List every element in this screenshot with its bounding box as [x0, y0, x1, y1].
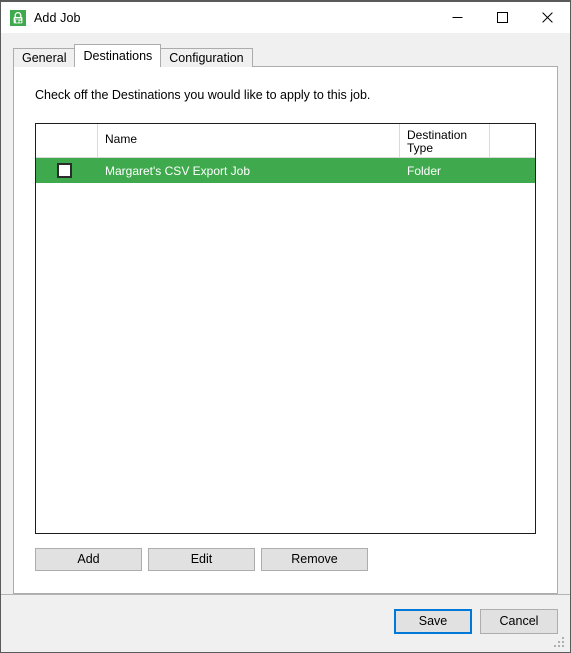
row-checkbox[interactable]: [56, 163, 72, 178]
column-header-destination-type[interactable]: Destination Type: [400, 124, 490, 157]
tab-destinations[interactable]: Destinations: [74, 44, 162, 67]
title-bar: Add Job: [1, 2, 570, 33]
resize-grip[interactable]: [554, 637, 566, 649]
dialog-footer: Save Cancel: [1, 594, 570, 652]
tab-configuration[interactable]: Configuration: [160, 48, 253, 67]
row-checkbox-cell[interactable]: [36, 163, 98, 178]
add-button[interactable]: Add: [35, 548, 142, 571]
tab-strip: General Destinations Configuration: [13, 44, 570, 67]
column-header-name[interactable]: Name: [98, 124, 400, 157]
save-button[interactable]: Save: [394, 609, 472, 634]
destinations-grid[interactable]: Name Destination Type Margaret's CSV Exp…: [35, 123, 536, 534]
grid-header-row: Name Destination Type: [36, 124, 535, 158]
table-row[interactable]: Margaret's CSV Export Job Folder: [36, 158, 535, 183]
row-destination-type: Folder: [407, 163, 442, 178]
app-lock-icon: [10, 9, 26, 26]
cancel-button[interactable]: Cancel: [480, 609, 558, 634]
close-icon: [542, 12, 553, 23]
close-button[interactable]: [525, 2, 570, 33]
grid-action-buttons: Add Edit Remove: [35, 548, 374, 571]
window-title: Add Job: [34, 10, 81, 25]
instruction-text: Check off the Destinations you would lik…: [35, 88, 371, 102]
column-header-blank[interactable]: [490, 124, 535, 157]
row-name: Margaret's CSV Export Job: [105, 163, 251, 178]
minimize-button[interactable]: [435, 2, 480, 33]
column-header-check[interactable]: [36, 124, 98, 157]
maximize-icon: [497, 12, 508, 23]
maximize-button[interactable]: [480, 2, 525, 33]
add-job-dialog: Add Job General Destinations Configurati…: [0, 0, 571, 653]
remove-button[interactable]: Remove: [261, 548, 368, 571]
tab-general[interactable]: General: [13, 48, 76, 67]
footer-buttons: Save Cancel: [386, 609, 558, 634]
edit-button[interactable]: Edit: [148, 548, 255, 571]
destinations-tab-panel: Check off the Destinations you would lik…: [13, 66, 558, 594]
window-controls: [435, 2, 570, 33]
minimize-icon: [452, 17, 463, 18]
